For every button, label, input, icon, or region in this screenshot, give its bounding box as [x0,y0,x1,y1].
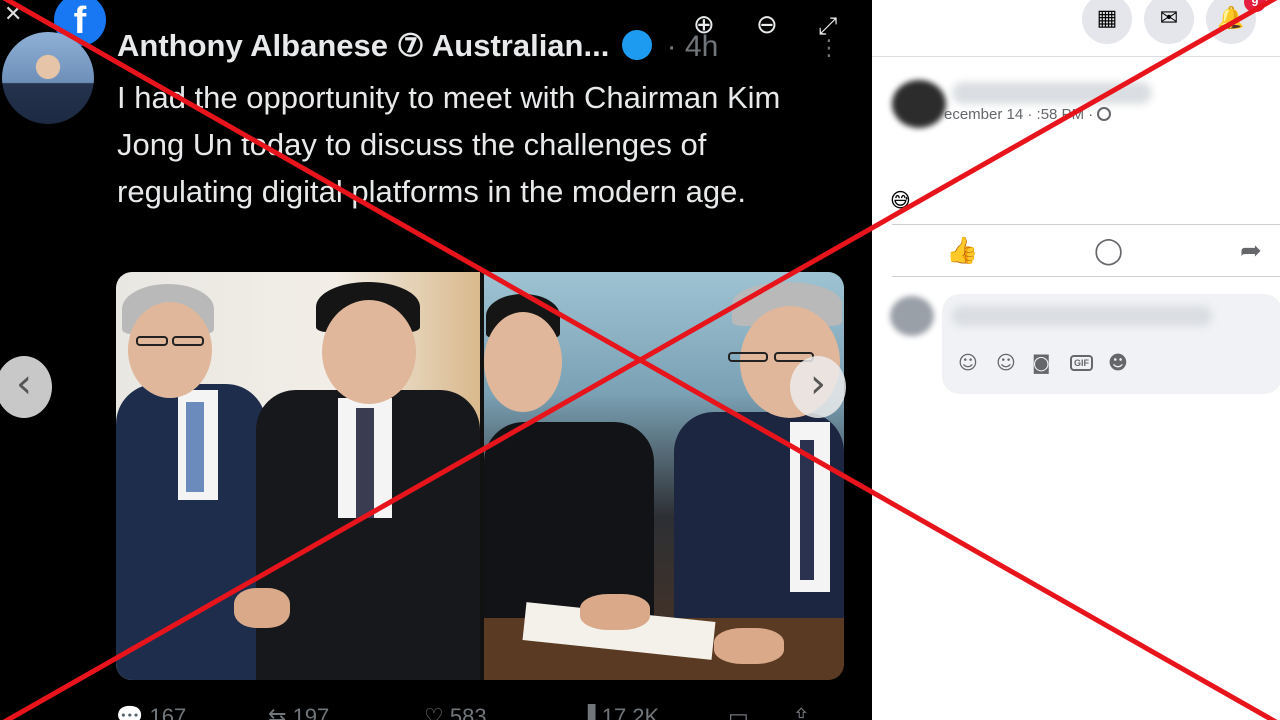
tweet-text: I had the opportunity to meet with Chair… [117,80,781,209]
camera-icon[interactable]: ◙ [1032,352,1050,374]
globe-icon [1097,107,1112,121]
author-avatar[interactable] [2,32,94,124]
reply-action[interactable]: 💬 167 [116,704,186,720]
topbar-divider [872,56,1280,57]
bookmark-icon[interactable]: ▭ [728,704,749,720]
retweet-action[interactable]: ⇆ 197 [268,704,329,720]
action-divider-bottom [892,276,1280,277]
zoom-in-icon[interactable]: ⊕ [693,12,715,38]
retweet-count: 197 [292,704,330,720]
like-icon[interactable]: 👍 [946,236,978,266]
figure-seated-left [484,422,654,622]
previous-photo-button[interactable]: ‹ [0,356,52,418]
author-org[interactable]: Australian... [432,28,609,63]
action-divider-top [892,224,1280,225]
author-name[interactable]: Anthony Albanese [117,28,388,63]
poster-name[interactable] [952,82,1152,104]
more-icon[interactable]: ⋮ [818,38,840,60]
comment-icon[interactable]: ◯ [1094,236,1123,266]
reply-count: 167 [149,704,187,720]
views-count: 17.2K [601,704,660,720]
avatar-sticker-icon[interactable]: ☺ [958,352,978,374]
expand-icon[interactable]: ⤢ [818,14,837,38]
author-line: Anthony Albanese ⑦ Australian... · 4h [117,28,718,64]
views-icon: ▐ [580,704,596,720]
reply-icon: 💬 [116,704,144,720]
views-action[interactable]: ▐ 17.2K [580,704,659,720]
commenter-avatar[interactable] [890,296,934,336]
tweet-media[interactable] [116,272,844,680]
meeting-photo[interactable] [484,272,844,680]
like-action[interactable]: ♡ 583 [424,704,487,720]
post-date[interactable]: ecember 14 · :58 PM · [944,106,1112,123]
emoji-reaction: 😅 [890,188,911,212]
emoji-icon[interactable]: ☺ [996,352,1016,374]
retweet-icon: ⇆ [268,704,287,720]
share-icon[interactable]: ⇪ [792,704,810,720]
sticker-icon[interactable]: ☻ [1108,352,1128,374]
like-icon: ♡ [424,704,444,720]
verified-icon [621,30,652,60]
zoom-out-icon[interactable]: ⊖ [756,12,778,38]
photo-viewer: ✕ f Anthony Albanese ⑦ Australian... · 4… [0,0,872,720]
handshake-photo[interactable] [116,272,480,680]
poster-avatar[interactable] [892,80,946,128]
close-icon[interactable]: ✕ [4,2,22,27]
like-count: 583 [449,704,487,720]
next-photo-button[interactable]: › [790,356,846,418]
gif-icon[interactable]: GIF [1070,352,1093,374]
comment-text [952,306,1212,326]
share-icon[interactable]: ➦ [1240,236,1262,266]
author-badge: ⑦ [396,28,425,63]
